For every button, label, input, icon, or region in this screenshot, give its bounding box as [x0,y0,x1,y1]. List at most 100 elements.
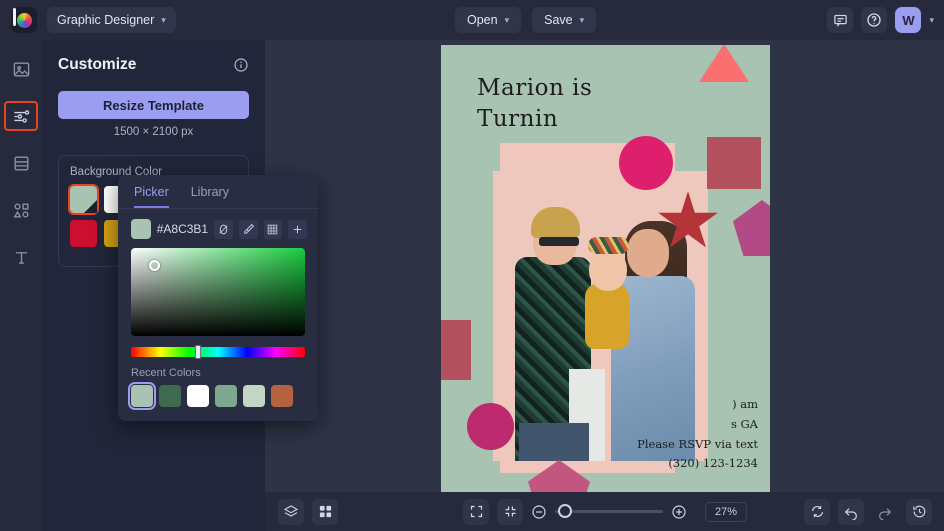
tab-picker[interactable]: Picker [134,185,169,208]
file-actions: Open ▾ Save ▾ [455,7,596,33]
color-swatch[interactable] [70,220,97,247]
photo-sunglasses [539,237,579,246]
info-button[interactable] [233,57,249,73]
design-editor-app: Graphic Designer ▾ Open ▾ Save ▾ [0,0,944,531]
zoom-out-icon [531,504,547,520]
add-color-button[interactable] [288,220,307,239]
grid-view-button[interactable] [312,499,338,525]
history-icon [912,504,927,519]
layout-icon [12,154,31,173]
fit-screen-button[interactable] [463,499,489,525]
photo-person-mother-head [627,229,669,277]
avatar[interactable]: W [895,7,921,33]
undo-button[interactable] [838,499,864,525]
shape-circle-magenta[interactable] [467,403,514,450]
open-button[interactable]: Open ▾ [455,7,521,33]
eyedropper-icon [242,223,255,236]
recent-color-swatch[interactable] [131,385,153,407]
open-label: Open [467,13,498,27]
sidebar-item-customize[interactable] [4,101,38,131]
palette-grid-icon [266,223,279,236]
redo-button[interactable] [872,499,898,525]
sidebar-item-layouts[interactable] [4,148,38,178]
help-button[interactable] [861,7,887,33]
photo-baby-body [585,283,629,349]
photo-baby-head [589,249,627,291]
sidebar-item-text[interactable] [4,242,38,272]
collapse-view-button[interactable] [497,499,523,525]
account-chevron-down-icon[interactable]: ▾ [929,15,934,26]
save-button[interactable]: Save ▾ [532,7,596,33]
transparent-button[interactable] [214,220,233,239]
shape-circle-pink[interactable] [619,136,673,190]
shape-square[interactable] [707,137,761,189]
shape-pentagon-right[interactable] [733,200,770,256]
add-icon [291,223,304,236]
zoom-controls: 27% [463,499,747,525]
redo-icon [877,504,893,520]
eyedropper-button[interactable] [239,220,258,239]
zoom-out-button[interactable] [531,504,547,520]
phone-line: (320) 123-1234 [528,454,758,474]
hex-row: #A8C3B1 [118,209,318,239]
event-location-line: s GA [528,415,758,435]
grid-icon [318,504,333,519]
chevron-down-icon: ▾ [580,16,585,25]
app-logo[interactable] [11,7,37,33]
sidebar-item-elements[interactable] [4,195,38,225]
color-picker-popover: Picker Library #A8C3B1 [118,175,318,421]
event-details-text[interactable]: ) am s GA Please RSVP via text (320) 123… [528,395,758,474]
resize-template-button[interactable]: Resize Template [58,91,249,119]
sliders-icon [12,107,31,126]
besticon-logo-icon [17,13,32,28]
sv-cursor-handle[interactable] [149,260,160,271]
collapse-icon [503,504,518,519]
canvas-stage[interactable]: Marion is Turnin ) am s GA Please RSVP v… [265,40,944,492]
recent-color-swatch[interactable] [243,385,265,407]
info-icon [233,57,249,73]
layers-button[interactable] [278,499,304,525]
zoom-level-value[interactable]: 27% [705,502,747,522]
layers-icon [283,504,299,520]
recent-color-swatch[interactable] [159,385,181,407]
event-time-line: ) am [528,395,758,415]
recent-colors-label: Recent Colors [131,367,318,379]
palette-button[interactable] [264,220,283,239]
tab-library[interactable]: Library [191,185,229,208]
sync-icon [810,504,825,519]
help-circle-icon [866,12,882,28]
hue-slider-handle[interactable] [195,345,201,359]
history-button[interactable] [906,499,932,525]
zoom-slider[interactable] [555,510,663,513]
rsvp-line: Please RSVP via text [528,435,758,455]
bottom-toolbar: 27% [265,492,944,531]
bottom-left-tools [278,499,338,525]
recent-color-swatch[interactable] [215,385,237,407]
save-label: Save [544,13,573,27]
current-color-swatch[interactable] [131,219,151,239]
workspace-selector[interactable]: Graphic Designer ▾ [47,7,176,33]
headline-text[interactable]: Marion is Turnin [477,73,737,135]
design-canvas[interactable]: Marion is Turnin ) am s GA Please RSVP v… [441,45,770,492]
bottom-right-tools [804,499,932,525]
feedback-button[interactable] [827,7,853,33]
template-dimensions: 1500 × 2100 px [58,126,249,138]
sync-button[interactable] [804,499,830,525]
sidebar-item-images[interactable] [4,54,38,84]
recent-color-swatch[interactable] [271,385,293,407]
chat-icon [833,13,848,28]
hue-slider[interactable] [131,347,305,357]
zoom-slider-handle[interactable] [558,504,572,518]
hex-input[interactable]: #A8C3B1 [157,222,208,236]
fit-screen-icon [469,504,484,519]
color-swatch[interactable] [70,186,97,213]
recent-color-swatch[interactable] [187,385,209,407]
undo-icon [843,504,859,520]
page-title: Customize [58,56,136,74]
zoom-in-button[interactable] [671,504,687,520]
photo-person-father-hair [531,207,580,238]
zoom-in-icon [671,504,687,520]
saturation-value-area[interactable] [131,248,305,336]
shape-rectangle-left[interactable] [441,320,471,380]
text-icon [12,248,31,267]
